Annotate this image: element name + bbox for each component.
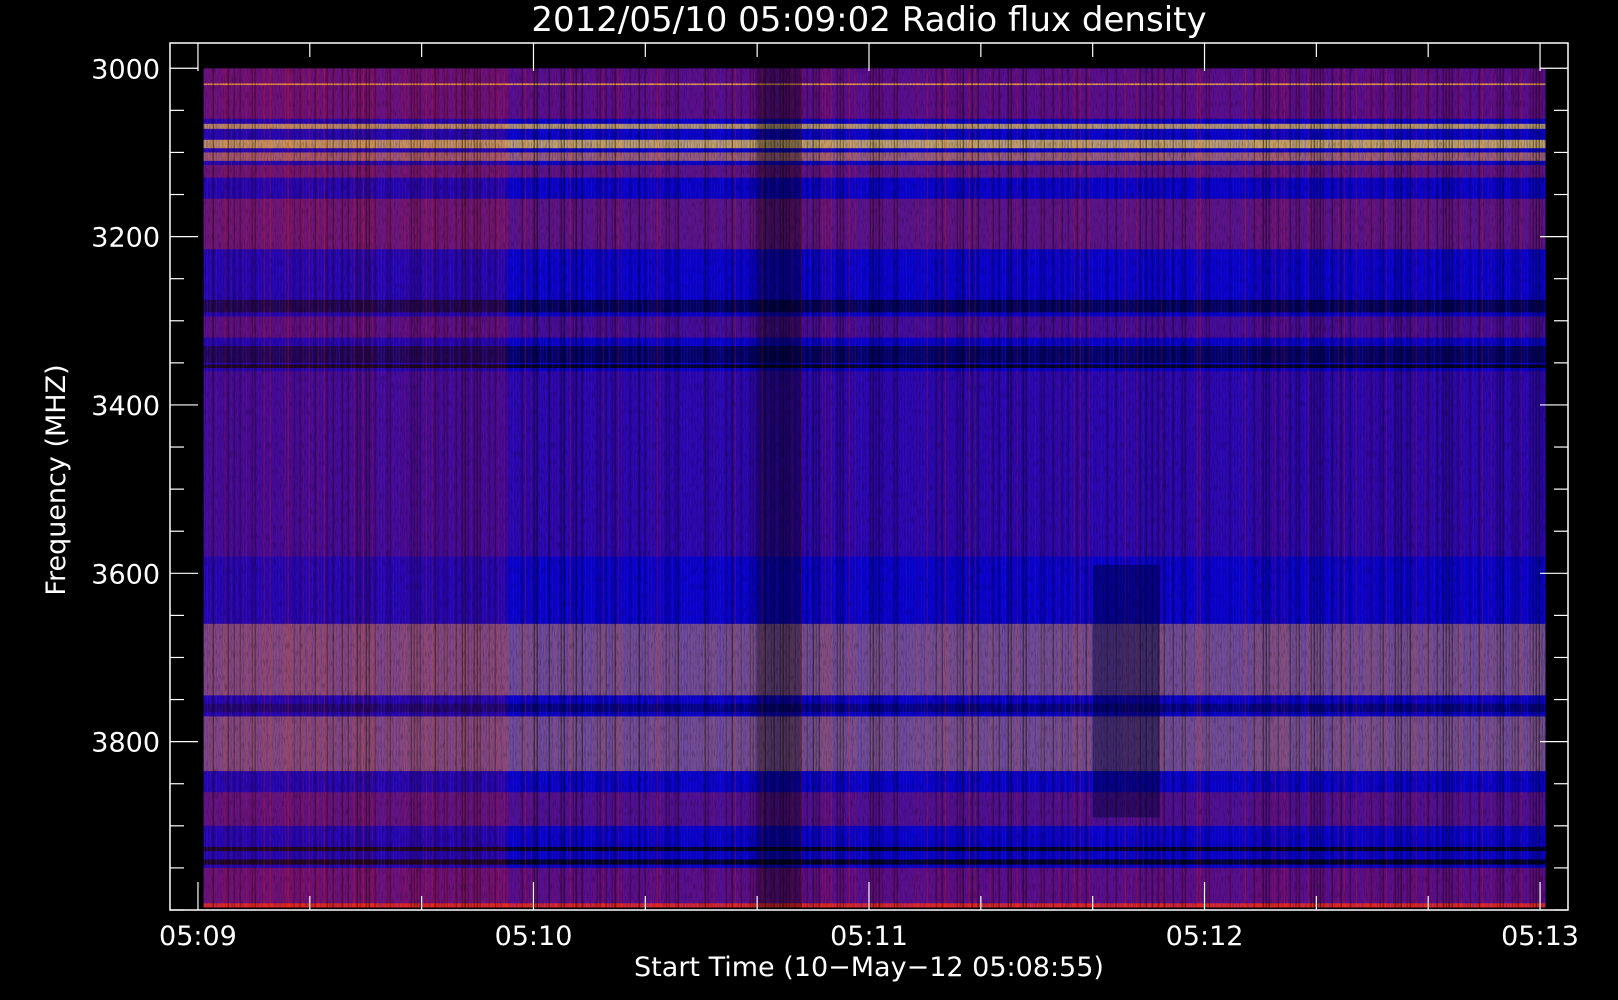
heatmap-image <box>203 68 1546 908</box>
x-axis-label: Start Time (10−May−12 05:08:55) <box>634 952 1104 983</box>
x-tick-label: 05:10 <box>495 921 573 952</box>
y-axis-label: Frequency (MHZ) <box>41 364 72 595</box>
x-tick-label: 05:09 <box>159 921 237 952</box>
spectrogram-chart: 3000 3200 3400 3600 3800 05:09 05:10 05:11 05:12… <box>0 0 1618 1000</box>
x-tick-label: 05:11 <box>830 921 908 952</box>
y-tick-label: 3800 <box>91 728 160 759</box>
chart-title: 2012/05/10 05:09:02 Radio flux density <box>531 0 1206 40</box>
x-tick-label: 05:12 <box>1166 921 1244 952</box>
x-tick-label: 05:13 <box>1501 921 1579 952</box>
y-tick-label: 3400 <box>91 391 160 422</box>
heatmap-noise <box>203 68 1546 908</box>
y-tick-label: 3000 <box>91 54 160 85</box>
y-tick-label: 3600 <box>91 559 160 590</box>
y-tick-label: 3200 <box>91 223 160 254</box>
